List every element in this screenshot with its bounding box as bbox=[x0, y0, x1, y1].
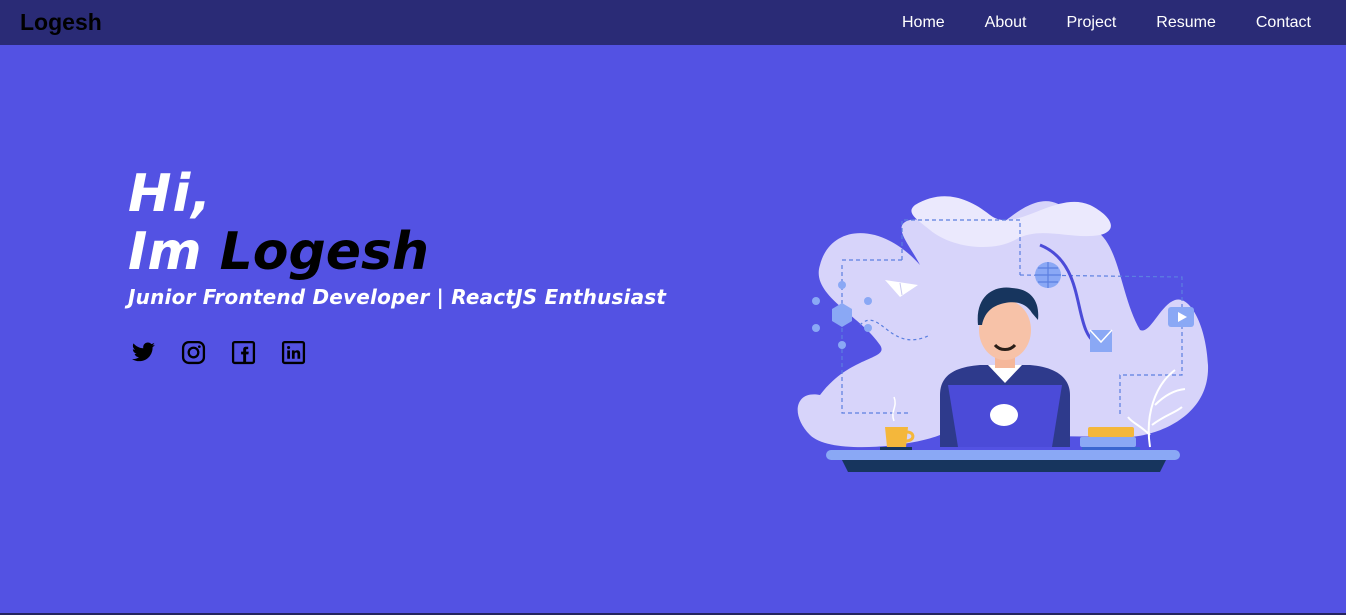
nav-link-home[interactable]: Home bbox=[902, 14, 945, 32]
nav-link-about[interactable]: About bbox=[985, 14, 1027, 32]
brand-logo[interactable]: Logesh bbox=[20, 9, 102, 36]
developer-illustration bbox=[797, 196, 1209, 472]
instagram-icon[interactable] bbox=[181, 340, 206, 365]
hero-intro-line: Im Logesh bbox=[128, 223, 666, 281]
hero-intro: Hi, Im Logesh Junior Frontend Developer … bbox=[128, 165, 666, 309]
social-links bbox=[131, 340, 306, 365]
navbar: Logesh Home About Project Resume Contact bbox=[0, 0, 1346, 45]
twitter-icon[interactable] bbox=[131, 340, 156, 365]
hero-tagline: Junior Frontend Developer | ReactJS Enth… bbox=[128, 285, 667, 309]
nav-links: Home About Project Resume Contact bbox=[862, 0, 1311, 45]
hero-intro-prefix: Im bbox=[128, 222, 202, 282]
nav-link-project[interactable]: Project bbox=[1066, 14, 1116, 32]
hero-name: Logesh bbox=[219, 222, 429, 282]
hero-greeting: Hi, bbox=[128, 164, 213, 224]
linkedin-icon[interactable] bbox=[281, 340, 306, 365]
nav-link-resume[interactable]: Resume bbox=[1156, 14, 1216, 32]
facebook-icon[interactable] bbox=[231, 340, 256, 365]
nav-link-contact[interactable]: Contact bbox=[1256, 14, 1311, 32]
